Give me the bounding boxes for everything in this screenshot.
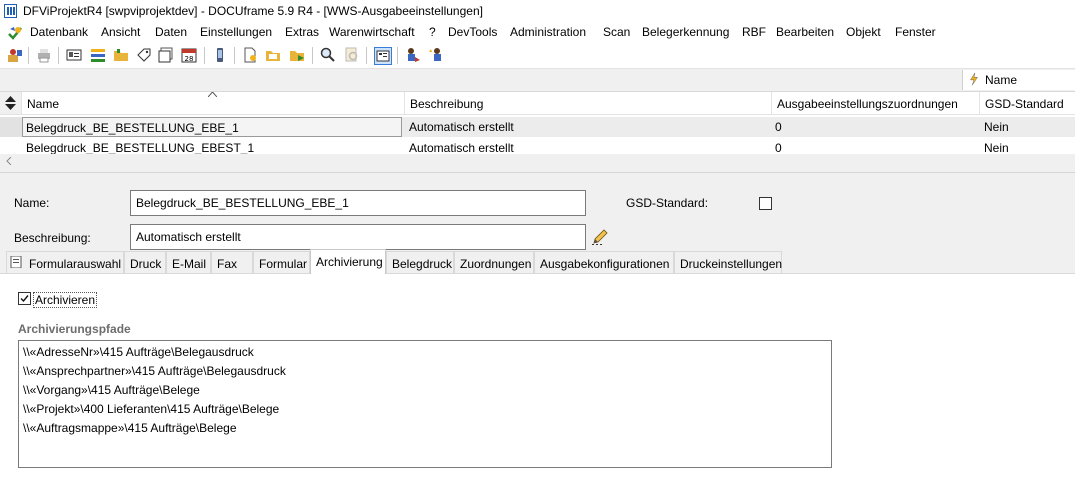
path-line: \\«Vorgang»\415 Aufträge\Belege (23, 383, 200, 397)
window-title: DFViProjektR4 [swpviprojektdev] - DOCUfr… (23, 4, 483, 18)
mobile-icon[interactable] (212, 47, 228, 63)
tab-archivierung[interactable]: Archivierung (310, 249, 386, 274)
gsd-standard-label: GSD-Standard: (626, 196, 709, 210)
menu-belegerkennung[interactable]: Belegerkennung (642, 25, 729, 39)
cell-beschreibung[interactable]: Automatisch erstellt (409, 117, 514, 137)
column-header-name[interactable]: Name (22, 92, 405, 115)
path-line: \\«Auftragsmappe»\415 Aufträge\Belege (23, 421, 237, 435)
cell-beschreibung[interactable]: Automatisch erstellt (409, 138, 514, 154)
toolbar: 28 (0, 43, 1075, 69)
cell-gsd-standard[interactable]: Nein (984, 117, 1009, 137)
folder-open-icon[interactable] (265, 47, 281, 63)
cell-zuordnungen[interactable]: 0 (775, 117, 782, 137)
name-field[interactable]: Belegdruck_BE_BESTELLUNG_EBE_1 (130, 190, 586, 216)
beschreibung-field[interactable]: Automatisch erstellt (130, 224, 586, 250)
column-header-name-label: Name (27, 97, 60, 111)
menu-warenwirtschaft[interactable]: Warenwirtschaft (329, 25, 415, 39)
tab-formular[interactable]: Formular (253, 251, 310, 273)
menu-scan[interactable]: Scan (603, 25, 630, 39)
tab-druck[interactable]: Druck (124, 251, 166, 273)
view-toggle-icon[interactable] (374, 47, 392, 65)
sort-ascending-icon (208, 92, 217, 97)
svg-text:28: 28 (185, 55, 194, 63)
menu-rbf[interactable]: RBF (742, 25, 766, 39)
beschreibung-label: Beschreibung: (14, 231, 91, 245)
menu-ansicht[interactable]: Ansicht (101, 25, 140, 39)
menu-extras[interactable]: Extras (285, 25, 319, 39)
folder-add-icon[interactable] (289, 47, 305, 63)
menu-daten[interactable]: Daten (155, 25, 187, 39)
menu-datenbank[interactable]: Datenbank (30, 25, 88, 39)
row-selector-header[interactable] (0, 92, 22, 115)
tab-fax[interactable]: Fax (211, 251, 253, 273)
group-field-chip[interactable]: Name (962, 70, 1075, 90)
archivieren-label[interactable]: Archivieren (33, 292, 98, 308)
path-line: \\«Projekt»\400 Lieferanten\415 Aufträge… (23, 402, 280, 416)
name-label: Name: (14, 196, 50, 210)
lightning-filter-icon (970, 72, 978, 86)
column-header-zuordnungen[interactable]: Ausgabeeinstellungszuordnungen (772, 92, 980, 115)
calendar-icon[interactable]: 28 (181, 47, 197, 63)
archivierungspfade-title: Archivierungspfade (18, 322, 131, 336)
column-header-gsd-standard[interactable]: GSD-Standard (980, 92, 1075, 115)
column-header-beschreibung[interactable]: Beschreibung (405, 92, 772, 115)
app-icon (4, 4, 17, 18)
user-group-icon[interactable] (7, 47, 23, 63)
table-row[interactable]: Belegdruck_BE_BESTELLUNG_EBEST_1 Automat… (0, 138, 1075, 154)
group-panel (0, 69, 1075, 92)
menu-devtools[interactable]: DevTools (448, 25, 497, 39)
table-row[interactable]: Belegdruck_BE_BESTELLUNG_EBE_1 Automatis… (0, 117, 1075, 137)
search-doc-icon[interactable] (344, 47, 360, 63)
folder-icon[interactable] (113, 47, 129, 63)
group-field-label: Name (985, 73, 1018, 87)
app-menu-icon[interactable] (7, 25, 23, 41)
sort-arrows-icon (5, 96, 16, 110)
archivierungspfade-textarea[interactable]: \\«AdresseNr»\415 Aufträge\Belegausdruck… (18, 340, 832, 468)
cell-name[interactable]: Belegdruck_BE_BESTELLUNG_EBE_1 (22, 117, 402, 137)
menu-bar: Datenbank Ansicht Daten Einstellungen Ex… (0, 23, 1075, 43)
print-icon[interactable] (36, 47, 52, 63)
tab-belegdruck[interactable]: Belegdruck (386, 251, 454, 273)
cell-zuordnungen[interactable]: 0 (775, 138, 782, 154)
menu-fenster[interactable]: Fenster (895, 25, 936, 39)
list-color-icon[interactable] (90, 47, 106, 63)
document-new-icon[interactable] (242, 47, 258, 63)
path-line: \\«Ansprechpartner»\415 Aufträge\Belegau… (23, 364, 286, 378)
cell-gsd-standard[interactable]: Nein (984, 138, 1009, 154)
horizontal-scrollbar[interactable] (0, 154, 1075, 167)
person-move-icon[interactable] (405, 47, 421, 63)
path-line: \\«AdresseNr»\415 Aufträge\Belegausdruck (23, 345, 254, 359)
id-card-icon[interactable] (66, 47, 82, 63)
tab-email[interactable]: E-Mail (166, 251, 211, 273)
checkmark-icon (20, 295, 29, 303)
menu-administration[interactable]: Administration (510, 25, 586, 39)
menu-help[interactable]: ? (429, 25, 436, 39)
title-bar: DFViProjektR4 [swpviprojektdev] - DOCUfr… (0, 0, 1075, 23)
menu-objekt[interactable]: Objekt (846, 25, 881, 39)
tag-icon[interactable] (136, 47, 152, 63)
archivieren-checkbox[interactable] (18, 292, 31, 305)
tab-formularauswahl[interactable]: Formularauswahl (6, 251, 124, 273)
cell-name[interactable]: Belegdruck_BE_BESTELLUNG_EBEST_1 (26, 138, 254, 154)
splitter[interactable] (0, 172, 1075, 177)
edit-pencil-icon[interactable] (591, 228, 609, 246)
tab-ausgabekonfigurationen[interactable]: Ausgabekonfigurationen (534, 251, 674, 273)
tab-formularauswahl-label: Formularauswahl (29, 257, 122, 271)
menu-bearbeiten[interactable]: Bearbeiten (776, 25, 834, 39)
search-icon[interactable] (320, 47, 336, 63)
gsd-standard-checkbox[interactable] (759, 197, 772, 210)
tab-druckeinstellungen[interactable]: Druckeinstellungen (674, 251, 782, 273)
person-star-icon[interactable] (428, 47, 444, 63)
document-icon (10, 256, 22, 268)
card-stack-icon[interactable] (158, 47, 174, 63)
scroll-left-icon[interactable] (6, 157, 12, 165)
tab-zuordnungen[interactable]: Zuordnungen (454, 251, 534, 273)
menu-einstellungen[interactable]: Einstellungen (200, 25, 272, 39)
data-grid: Name Beschreibung Ausgabeeinstellungszuo… (0, 92, 1075, 155)
